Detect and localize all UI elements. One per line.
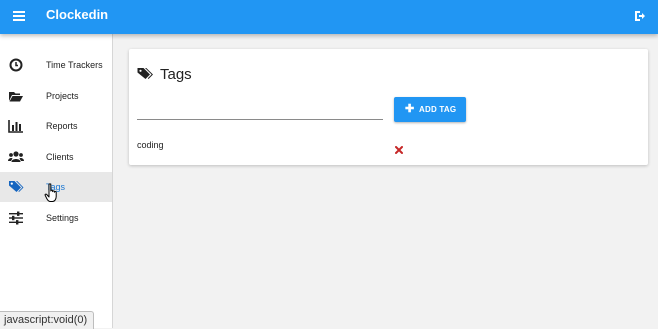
plus-icon: ✚ [405,103,415,115]
tags-icon [137,68,153,79]
status-bar: javascript:void(0) [0,311,95,329]
sidebar-item-clients[interactable]: Clients [0,142,112,172]
sign-out-icon[interactable] [634,10,646,22]
tag-name: coding [137,140,164,150]
tag-name-input[interactable] [137,103,383,120]
sidebar-item-label: Time Trackers [46,60,103,70]
add-tag-button[interactable]: ✚ ADD TAG [394,97,466,122]
delete-tag-icon[interactable] [395,146,403,154]
sidebar-item-label: Clients [46,152,74,162]
sidebar-item-time-trackers[interactable]: Time Trackers [0,50,112,80]
sidebar-item-reports[interactable]: Reports [0,111,112,141]
users-icon [8,151,24,162]
hamburger-menu-icon[interactable] [12,9,26,23]
tags-icon [9,181,24,192]
sidebar: Time Trackers Projects Reports Clients T… [0,34,113,328]
hand-pointer-cursor-icon [44,183,57,202]
sidebar-item-settings[interactable]: Settings [0,203,112,233]
bar-chart-icon [8,120,23,133]
sidebar-item-label: Projects [46,91,79,101]
app-bar: Clockedin [0,0,658,34]
sidebar-item-projects[interactable]: Projects [0,81,112,111]
sliders-icon [9,211,23,225]
folder-open-icon [9,92,23,102]
tags-card: Tags ✚ ADD TAG coding [129,49,648,165]
sidebar-item-label: Reports [46,121,78,131]
app-title: Clockedin [46,7,109,22]
page-title: Tags [160,66,192,83]
tag-row: coding [129,135,648,159]
add-tag-button-label: ADD TAG [419,105,457,114]
sidebar-item-label: Settings [46,213,79,223]
clock-icon [9,58,23,72]
